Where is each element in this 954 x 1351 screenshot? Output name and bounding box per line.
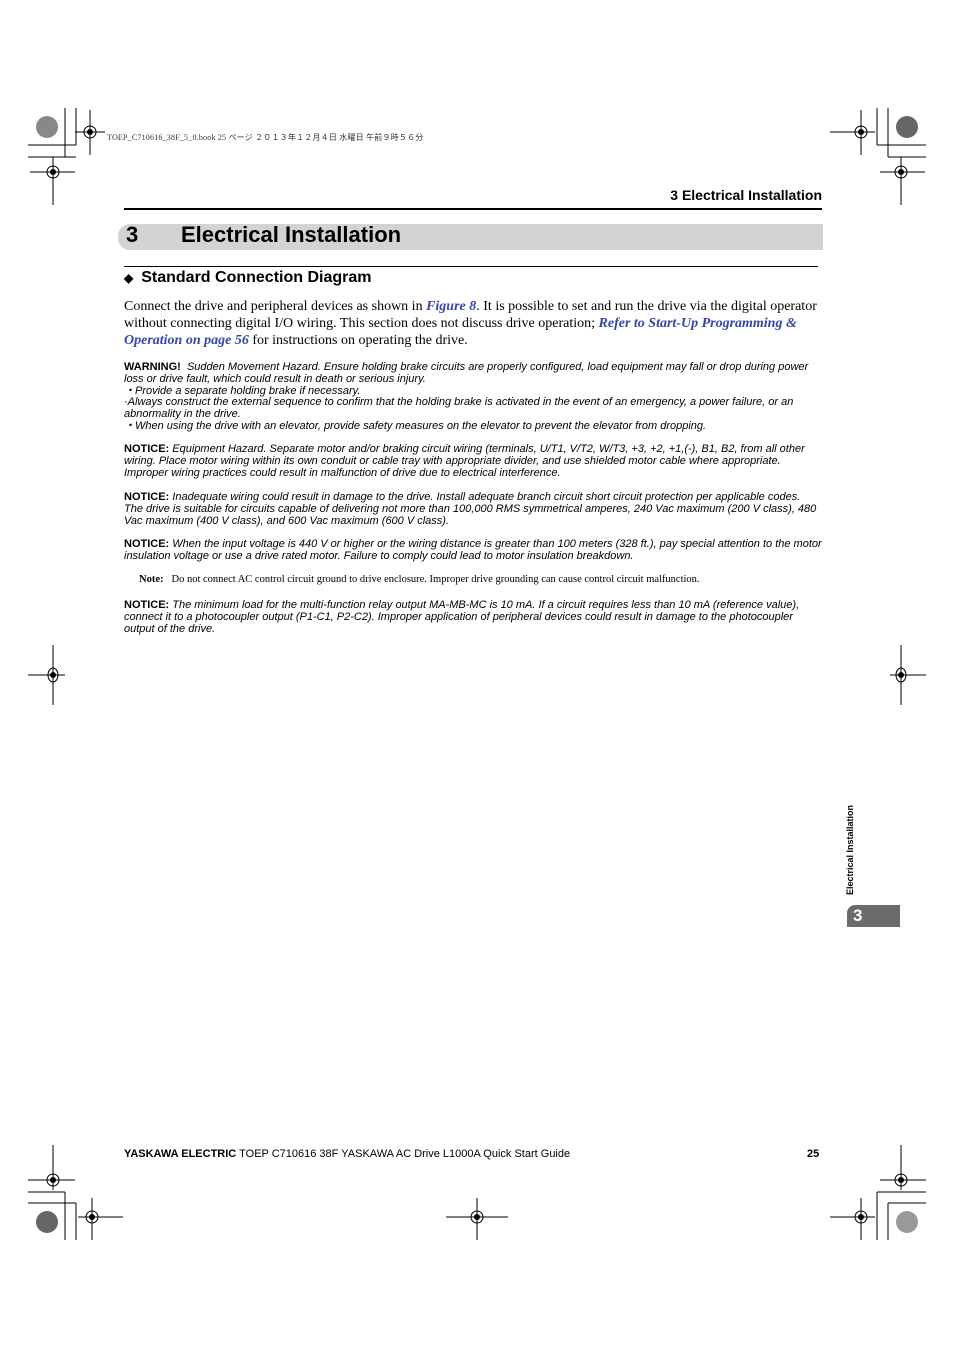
notice-label: NOTICE:	[124, 491, 170, 503]
side-tab-label: Electrical Installation	[845, 804, 855, 895]
figure-8-link[interactable]: Figure 8	[426, 299, 476, 314]
notice-label: NOTICE:	[124, 443, 170, 455]
note-label: Note:	[139, 574, 164, 585]
intro-text: for instructions on operating the drive.	[248, 333, 468, 348]
section-title: Standard Connection Diagram	[141, 269, 372, 286]
intro-paragraph: Connect the drive and peripheral devices…	[124, 298, 824, 349]
registration-dot-icon	[896, 1211, 918, 1233]
header-rule	[124, 208, 822, 210]
footer: YASKAWA ELECTRIC TOEP C710616 38F YASKAW…	[124, 1148, 570, 1160]
diamond-bullet-icon: ◆	[124, 271, 134, 285]
chapter-title: Electrical Installation	[181, 222, 402, 247]
notice-label: NOTICE:	[124, 599, 170, 611]
note-block: Note: Do not connect AC control circuit g…	[139, 574, 700, 585]
registration-dot-icon	[36, 116, 58, 138]
notice-text: When the input voltage is 440 V or highe…	[124, 538, 822, 562]
notice-text: The minimum load for the multi-function …	[124, 599, 800, 635]
warning-bullet: ・When using the drive with an elevator, …	[124, 419, 707, 432]
side-tab-number: 3	[847, 905, 900, 927]
notice-block: NOTICE: When the input voltage is 440 V …	[124, 538, 822, 563]
section-rule	[124, 266, 818, 267]
warning-bullet: ·Always construct the external sequence …	[124, 396, 794, 421]
section-heading: ◆ Standard Connection Diagram	[124, 269, 371, 287]
warning-text: Sudden Movement Hazard. Ensure holding b…	[124, 361, 809, 385]
footer-brand: YASKAWA ELECTRIC	[124, 1148, 237, 1160]
running-header: 3 Electrical Installation	[670, 187, 822, 203]
notice-label: NOTICE:	[124, 538, 170, 550]
note-text: Do not connect AC control circuit ground…	[171, 574, 700, 585]
notice-block: NOTICE: Equipment Hazard. Separate motor…	[124, 443, 822, 479]
warning-label: WARNING!	[124, 361, 181, 373]
warning-block: WARNING! Sudden Movement Hazard. Ensure …	[124, 361, 822, 433]
notice-block: NOTICE: Inadequate wiring could result i…	[124, 491, 822, 527]
intro-text: Connect the drive and peripheral devices…	[124, 299, 427, 314]
registration-dot-icon	[896, 116, 918, 138]
page-number: 25	[807, 1148, 820, 1160]
print-slug: TOEP_C710616_38F_5_0.book 25 ページ ２０１３年１２…	[107, 133, 424, 142]
registration-dot-icon	[36, 1211, 58, 1233]
notice-text: Equipment Hazard. Separate motor and/or …	[124, 443, 805, 479]
notice-text: Inadequate wiring could result in damage…	[124, 491, 817, 527]
chapter-number: 3	[126, 222, 139, 247]
footer-doc-title: TOEP C710616 38F YASKAWA AC Drive L1000A…	[236, 1148, 571, 1160]
notice-block: NOTICE: The minimum load for the multi-f…	[124, 599, 822, 635]
